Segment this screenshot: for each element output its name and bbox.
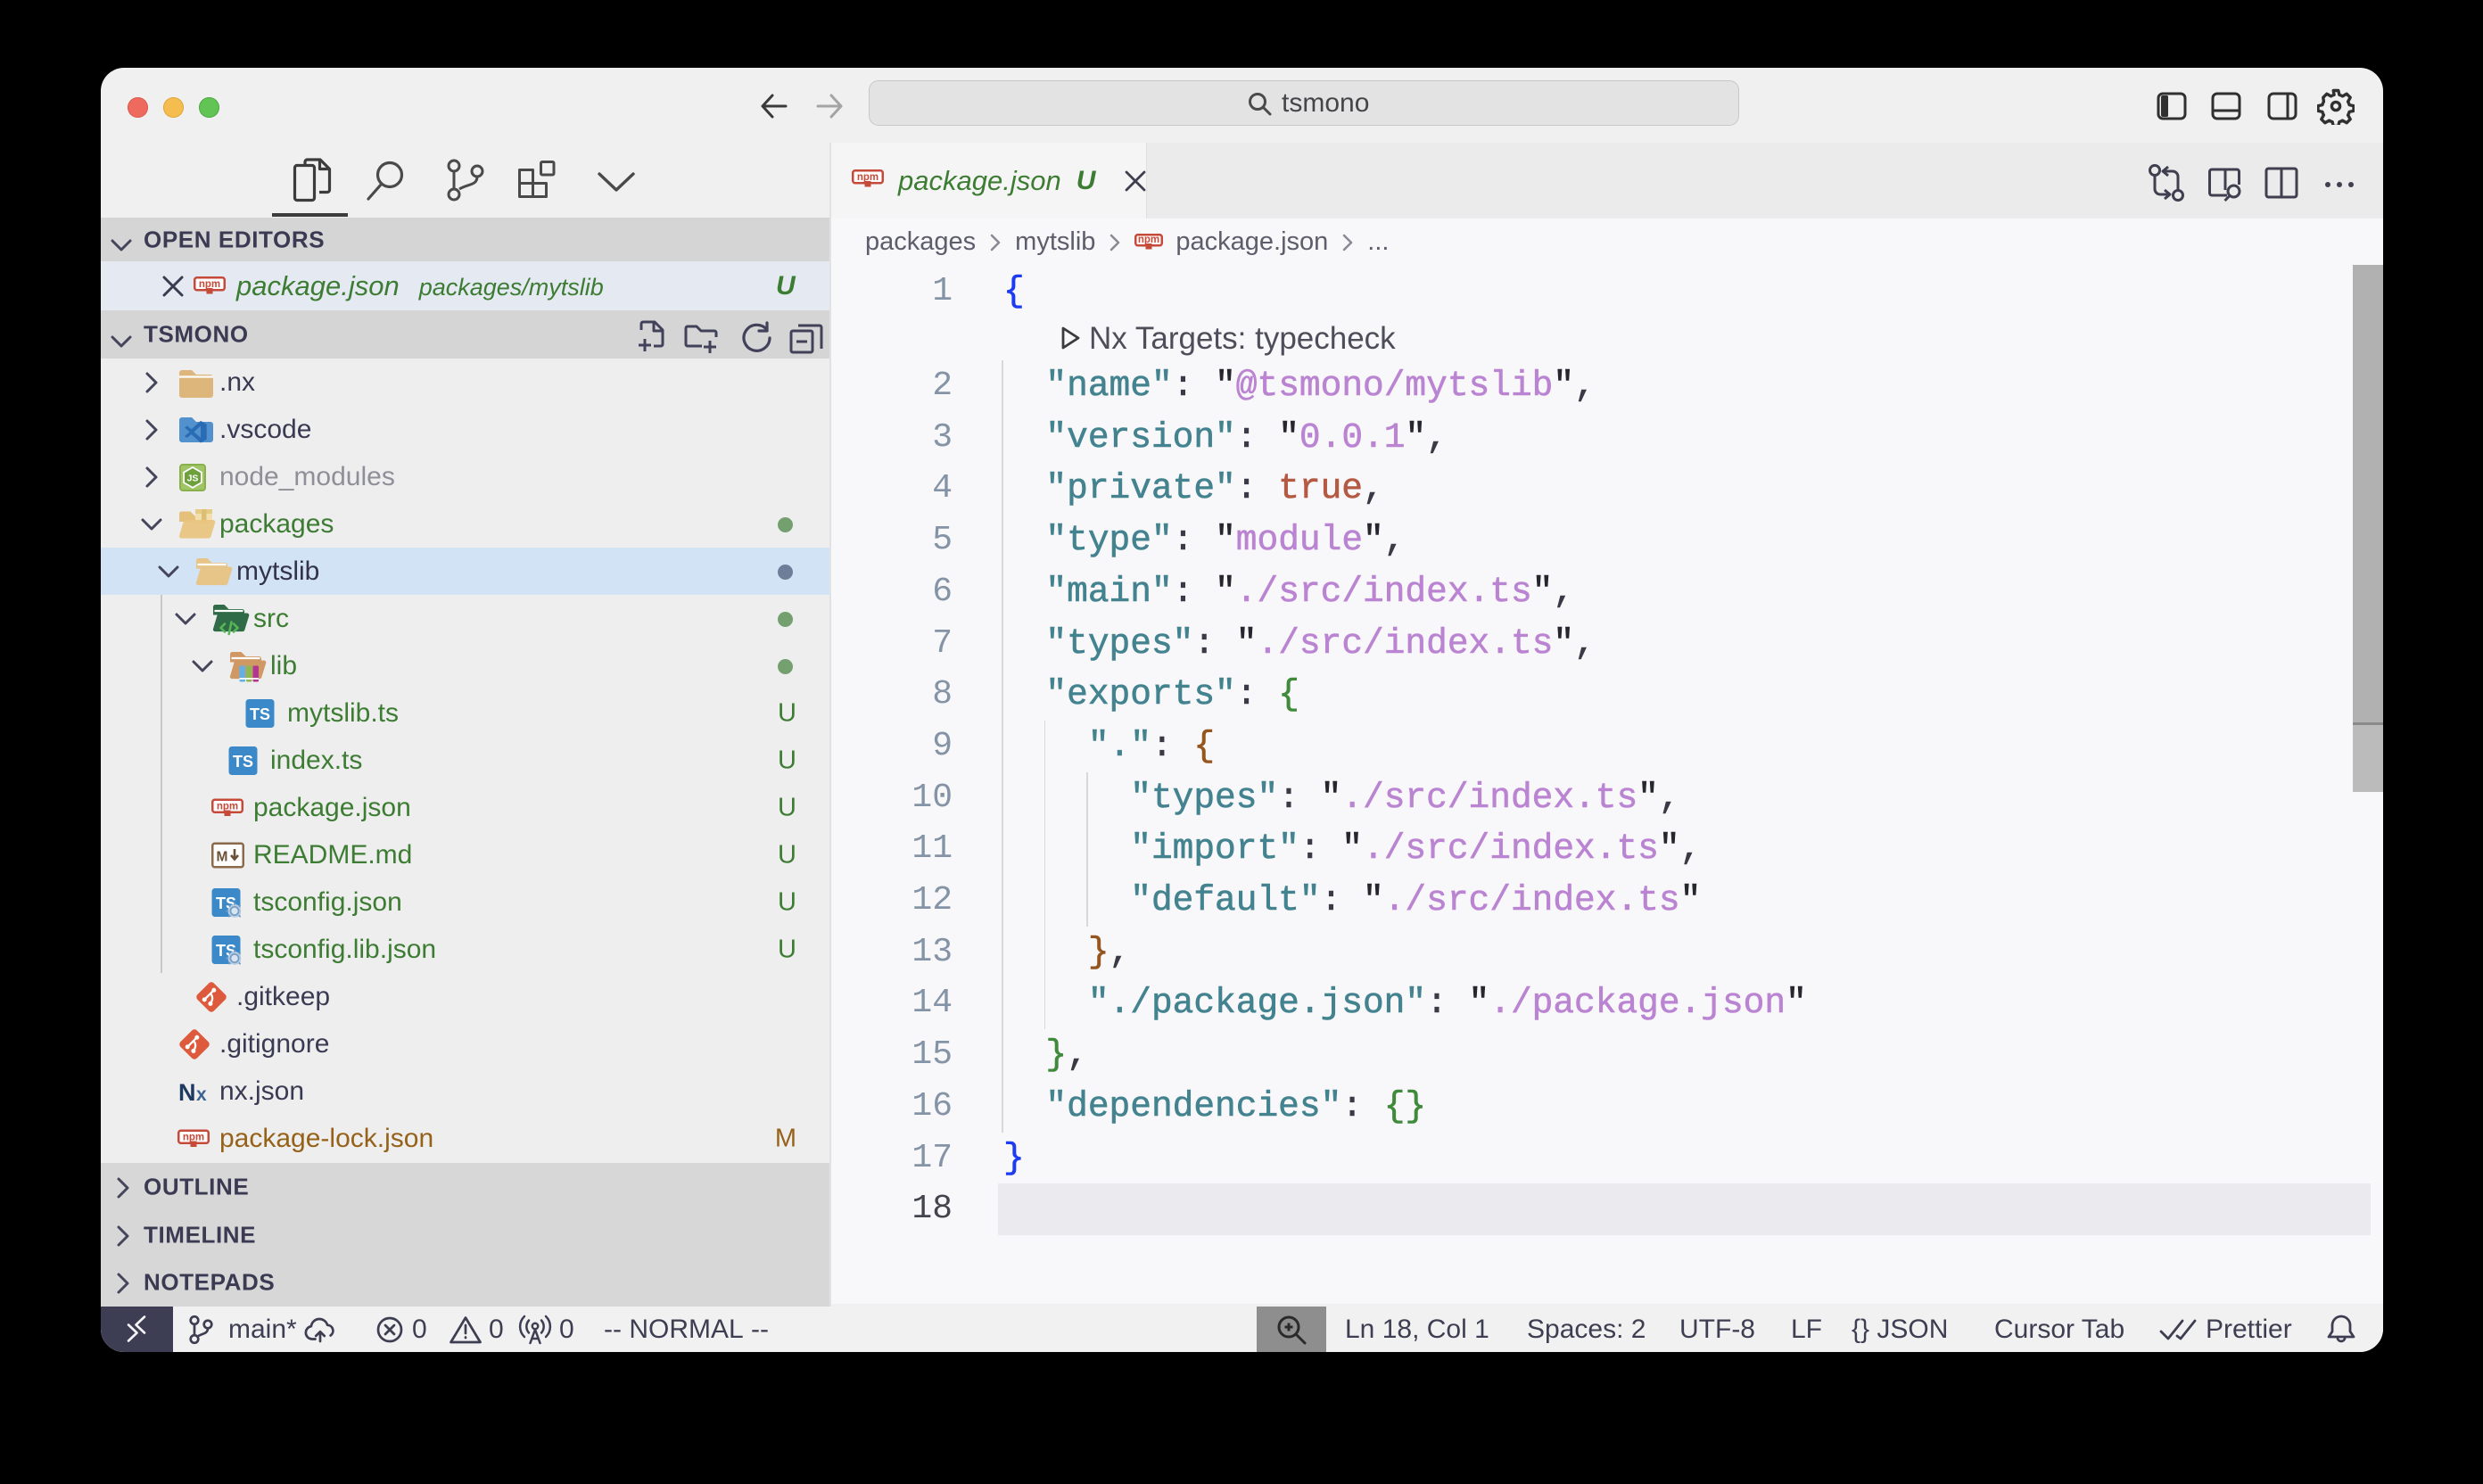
svg-text:N: N (178, 1079, 196, 1105)
svg-text:npm: npm (183, 1132, 204, 1142)
svg-text:M: M (217, 849, 228, 864)
svg-text:npm: npm (199, 279, 220, 290)
svg-text:TS: TS (233, 753, 253, 771)
svg-text:npm: npm (1138, 235, 1159, 245)
svg-text:x: x (196, 1084, 207, 1105)
svg-text:npm: npm (857, 172, 879, 183)
svg-text:npm: npm (217, 801, 238, 812)
svg-text:TS: TS (250, 705, 270, 723)
svg-text:JS: JS (187, 473, 199, 483)
